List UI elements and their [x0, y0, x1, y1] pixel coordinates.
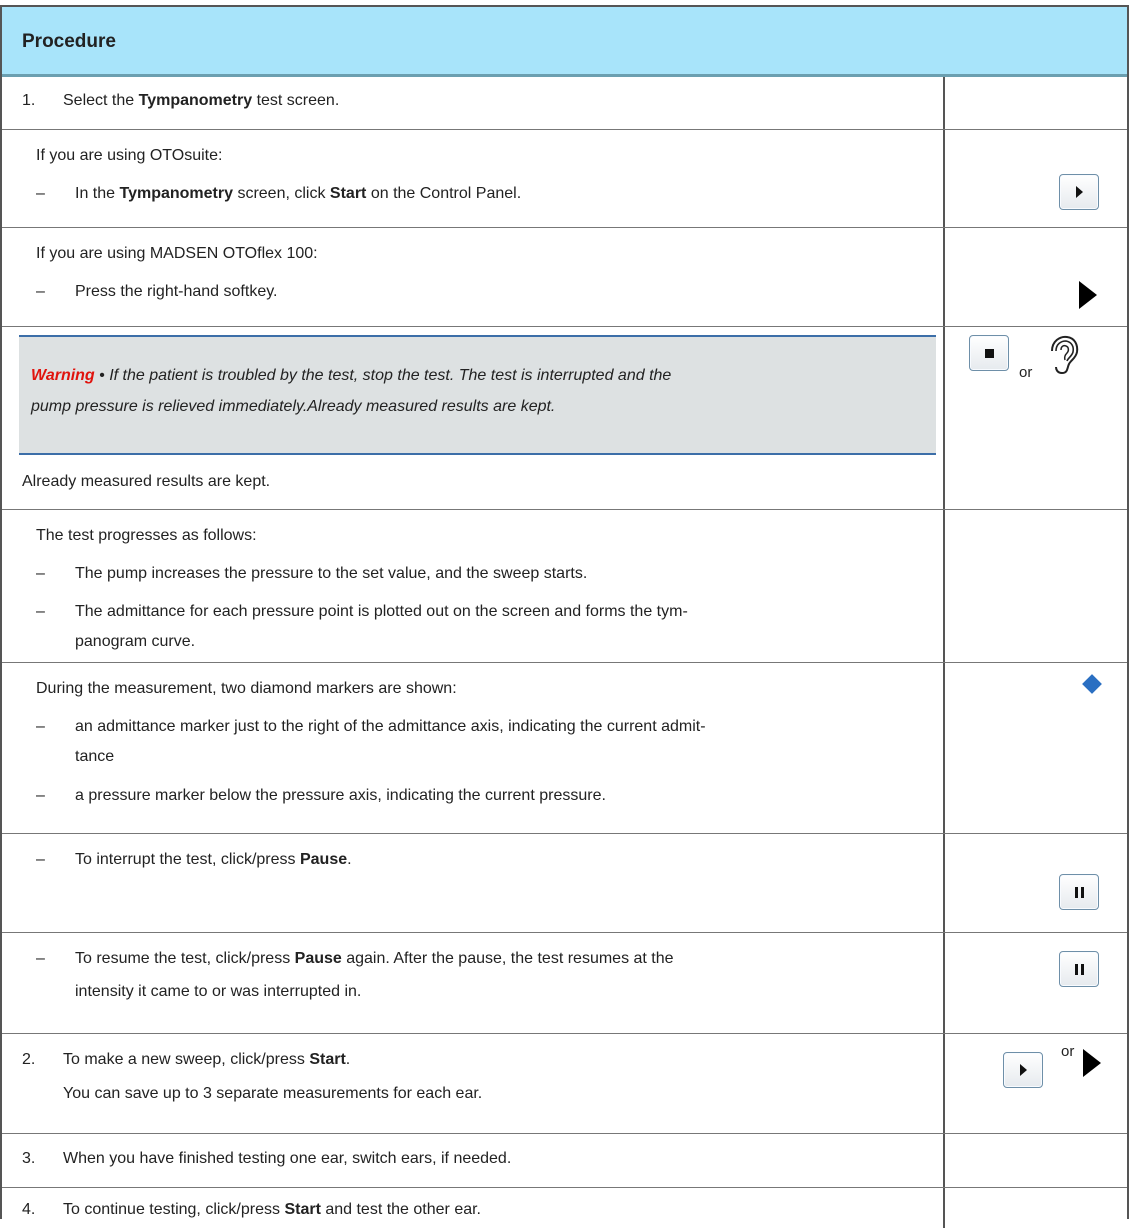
otoflex-intro: If you are using MADSEN OTOflex 100: [36, 245, 318, 262]
step-2-text: To make a new sweep, click/press Start. [63, 1051, 351, 1068]
stop-icon [984, 348, 994, 358]
column-divider [943, 1188, 945, 1228]
column-divider [943, 327, 945, 457]
otoflex-row: If you are using MADSEN OTOflex 100: – P… [2, 228, 1127, 327]
pause-icon [1074, 886, 1084, 898]
step-1-text: Select the Tympanometry test screen. [63, 92, 340, 109]
progress-intro: The test progresses as follows: [36, 527, 257, 544]
otoflex-instruction: Press the right-hand softkey. [75, 283, 278, 300]
step-number: 1. [22, 92, 36, 109]
column-divider [943, 510, 945, 662]
or-label: or [1061, 1043, 1075, 1060]
otosuite-row: If you are using OTOsuite: – In the Tymp… [2, 130, 1127, 228]
marker-item-continuation: tance [75, 748, 115, 765]
softkey-play-icon [1083, 1049, 1101, 1077]
progress-item: The pump increases the pressure to the s… [75, 565, 588, 582]
play-icon [1019, 1064, 1027, 1076]
procedure-title: Procedure [22, 31, 116, 52]
pause-button[interactable] [1059, 874, 1099, 910]
pause-resume-continuation: intensity it came to or was interrupted … [75, 983, 362, 1000]
column-divider [943, 933, 945, 1033]
warning-after-text: Already measured results are kept. [22, 473, 271, 490]
dash-bullet: – [36, 787, 45, 804]
otosuite-instruction: In the Tympanometry screen, click Start … [75, 185, 522, 202]
pause-icon [1074, 963, 1084, 975]
softkey-play-icon [1079, 281, 1097, 309]
pause-resume-row: – To resume the test, click/press Pause … [2, 933, 1127, 1034]
column-divider [943, 1034, 945, 1133]
dash-bullet: – [36, 565, 45, 582]
step-4-text: To continue testing, click/press Start a… [63, 1201, 481, 1218]
markers-intro: During the measurement, two diamond mark… [36, 680, 457, 697]
table-header: Procedure [2, 7, 1127, 77]
start-button[interactable] [1003, 1052, 1043, 1088]
step-2-row: 2. To make a new sweep, click/press Star… [2, 1034, 1127, 1134]
column-divider [943, 663, 945, 833]
warning-line-1: Warning • If the patient is troubled by … [31, 367, 672, 384]
ear-icon [1051, 335, 1079, 375]
column-divider [943, 457, 945, 509]
otosuite-intro: If you are using OTOsuite: [36, 147, 223, 164]
or-label: or [1019, 364, 1033, 381]
progress-row: The test progresses as follows: – The pu… [2, 510, 1127, 663]
dash-bullet: – [36, 603, 45, 620]
step-3-text: When you have finished testing one ear, … [63, 1150, 512, 1167]
column-divider [943, 77, 945, 129]
pause-resume-text: To resume the test, click/press Pause ag… [75, 950, 674, 967]
pause-interrupt-row: – To interrupt the test, click/press Pau… [2, 834, 1127, 933]
pause-button[interactable] [1059, 951, 1099, 987]
step-number: 4. [22, 1201, 36, 1218]
start-button[interactable] [1059, 174, 1099, 210]
column-divider [943, 130, 945, 227]
marker-item: an admittance marker just to the right o… [75, 718, 706, 735]
progress-item-continuation: panogram curve. [75, 633, 196, 650]
column-divider [943, 834, 945, 932]
step-number: 2. [22, 1051, 36, 1068]
warning-line-2: pump pressure is relieved immediately.Al… [31, 398, 556, 415]
step-4-row: 4. To continue testing, click/press Star… [2, 1188, 1127, 1228]
dash-bullet: – [36, 185, 45, 202]
dash-bullet: – [36, 283, 45, 300]
dash-bullet: – [36, 718, 45, 735]
diamond-marker-icon [1082, 674, 1102, 694]
pause-interrupt-text: To interrupt the test, click/press Pause… [75, 851, 352, 868]
step-number: 3. [22, 1150, 36, 1167]
step-1-row: 1. Select the Tympanometry test screen. [2, 77, 1127, 130]
warning-box: Warning • If the patient is troubled by … [19, 335, 936, 455]
dash-bullet: – [36, 851, 45, 868]
dash-bullet: – [36, 950, 45, 967]
procedure-table: Procedure 1. Select the Tympanometry tes… [0, 5, 1129, 1228]
progress-item: The admittance for each pressure point i… [75, 603, 688, 620]
play-icon [1075, 186, 1083, 198]
stop-button[interactable] [969, 335, 1009, 371]
warning-row: Warning • If the patient is troubled by … [2, 327, 1127, 457]
column-divider [943, 1134, 945, 1187]
markers-row: During the measurement, two diamond mark… [2, 663, 1127, 834]
column-divider [943, 228, 945, 326]
step-2-note: You can save up to 3 separate measuremen… [63, 1085, 483, 1102]
marker-item: a pressure marker below the pressure axi… [75, 787, 606, 804]
step-3-row: 3. When you have finished testing one ea… [2, 1134, 1127, 1188]
warning-continuation-row: Already measured results are kept. [2, 457, 1127, 510]
